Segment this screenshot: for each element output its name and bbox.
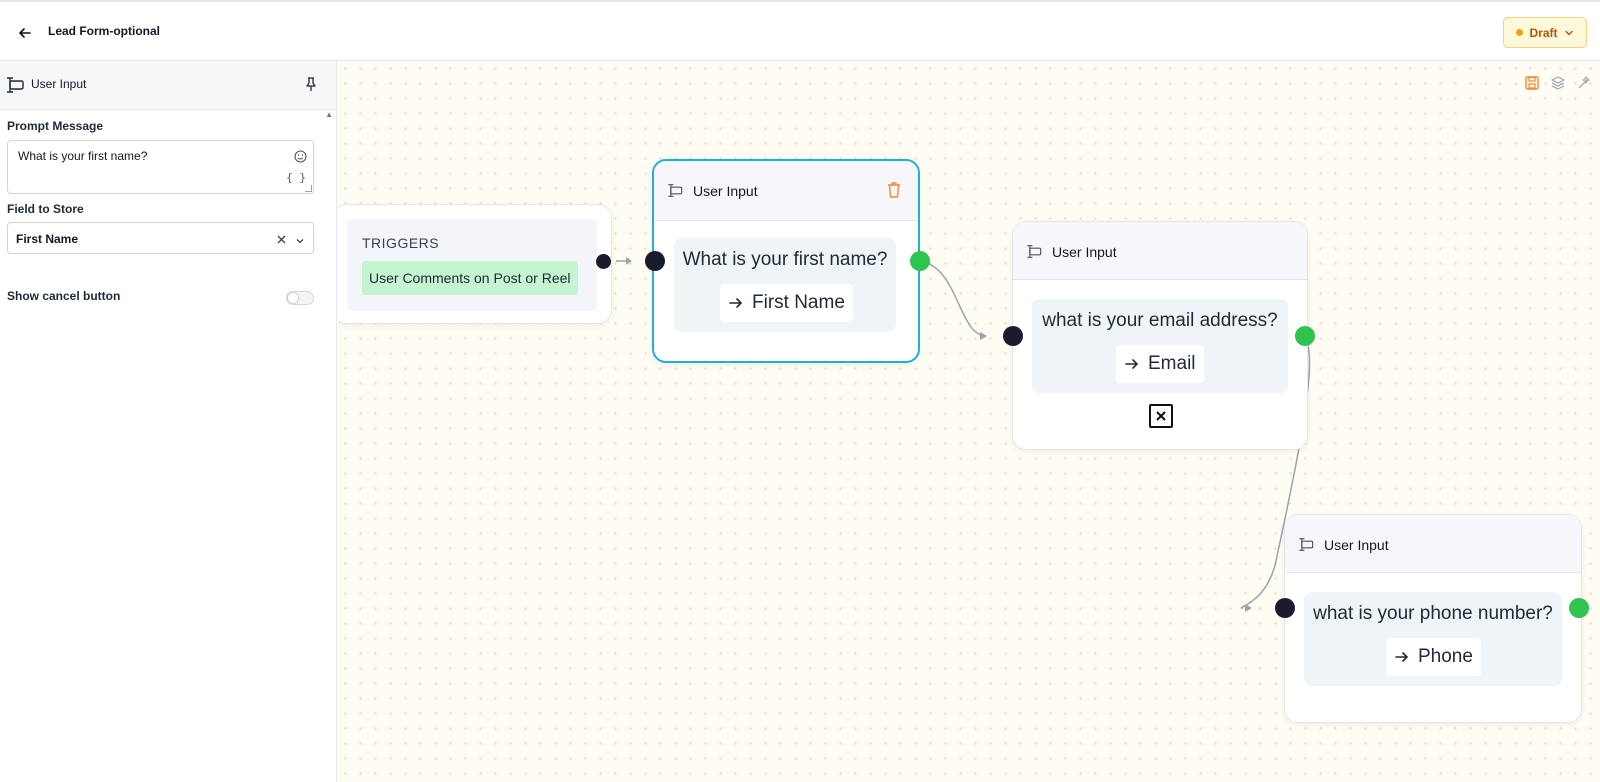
status-dropdown[interactable]: Draft (1503, 17, 1587, 48)
text-input-icon (5, 76, 25, 99)
panel-header: User Input (0, 61, 336, 110)
node-message-box: What is your first name? First Name (674, 238, 896, 332)
phone-output-handle[interactable] (1569, 598, 1589, 618)
user-input-node-first-name[interactable]: User Input What is your first name? Firs… (652, 159, 920, 363)
email-output-handle[interactable] (1295, 326, 1315, 346)
chevron-down-icon[interactable] (295, 233, 305, 251)
flow-title: Lead Form-optional (48, 24, 160, 38)
user-input-node-phone[interactable]: User Input what is your phone number? Ph… (1284, 514, 1582, 723)
resize-handle[interactable] (305, 185, 312, 192)
trash-icon[interactable] (886, 181, 902, 204)
clear-icon[interactable] (276, 232, 287, 250)
panel-title: User Input (31, 77, 87, 91)
text-input-icon (1297, 537, 1315, 557)
field-chip: Phone (1386, 638, 1481, 676)
node-title: User Input (693, 183, 758, 199)
text-input-icon (666, 183, 684, 203)
prompt-message-label: Prompt Message (7, 119, 104, 133)
email-input-handle[interactable] (1003, 326, 1023, 346)
field-to-store-label: Field to Store (7, 202, 84, 216)
node-message: what is your phone number? (1313, 603, 1553, 624)
scroll-up-arrow-icon[interactable]: ▲ (325, 110, 333, 119)
canvas-toolbar (1524, 75, 1592, 91)
show-cancel-button-toggle[interactable] (286, 291, 314, 305)
trigger-node[interactable]: TRIGGERS User Comments on Post or Reel (338, 204, 612, 324)
node-title: User Input (1324, 537, 1389, 553)
node-message-box: what is your email address? Email (1032, 299, 1288, 393)
pin-icon[interactable] (304, 76, 318, 97)
arrow-right-icon (1395, 652, 1409, 662)
field-chip: First Name (720, 284, 853, 322)
show-cancel-button-label: Show cancel button (7, 289, 121, 303)
node-header: User Input (1013, 222, 1307, 280)
toggle-knob (288, 293, 298, 303)
trigger-tag[interactable]: User Comments on Post or Reel (362, 261, 578, 295)
node-title: User Input (1052, 244, 1117, 260)
cancel-button-close-icon[interactable] (1149, 404, 1173, 428)
variables-icon[interactable]: { } (286, 171, 306, 184)
trigger-output-handle[interactable] (596, 254, 611, 269)
edge-first-name-to-email (915, 260, 987, 337)
magic-wand-icon[interactable] (1576, 75, 1592, 91)
arrow-right-icon (1125, 359, 1139, 369)
arrow-right-icon (729, 298, 743, 308)
properties-panel: User Input ▲ Prompt Message What is your… (0, 61, 337, 782)
status-label: Draft (1529, 25, 1558, 40)
save-icon[interactable] (1524, 75, 1540, 91)
back-arrow-icon[interactable] (14, 22, 36, 44)
user-input-node-email[interactable]: User Input what is your email address? E… (1012, 221, 1308, 450)
trigger-title: TRIGGERS (362, 235, 440, 251)
node-message: What is your first name? (682, 249, 888, 270)
field-to-store-select[interactable]: First Name (7, 222, 314, 254)
phone-input-handle[interactable] (1275, 598, 1295, 618)
field-chip-label: First Name (752, 292, 845, 313)
prompt-message-text: What is your first name? (18, 149, 148, 163)
top-bar: Lead Form-optional Draft (0, 0, 1600, 61)
node-message: what is your email address? (1042, 310, 1278, 331)
text-input-icon (1025, 244, 1043, 264)
node-header: User Input (1285, 515, 1581, 573)
trigger-card: TRIGGERS User Comments on Post or Reel (347, 219, 597, 311)
first-name-input-handle[interactable] (645, 251, 665, 271)
chevron-down-icon (1564, 30, 1573, 35)
field-to-store-value: First Name (16, 232, 79, 246)
field-chip: Email (1116, 345, 1204, 383)
node-header: User Input (654, 161, 918, 221)
field-chip-label: Email (1148, 353, 1196, 374)
prompt-message-input[interactable]: What is your first name? { } (7, 140, 314, 194)
node-message-box: what is your phone number? Phone (1304, 592, 1562, 686)
emoji-icon[interactable] (294, 150, 307, 166)
first-name-output-handle[interactable] (910, 251, 930, 271)
field-chip-label: Phone (1418, 646, 1473, 667)
flow-canvas[interactable]: TRIGGERS User Comments on Post or Reel U… (338, 61, 1600, 782)
status-dot-icon (1516, 29, 1524, 36)
layers-icon[interactable] (1550, 75, 1566, 91)
